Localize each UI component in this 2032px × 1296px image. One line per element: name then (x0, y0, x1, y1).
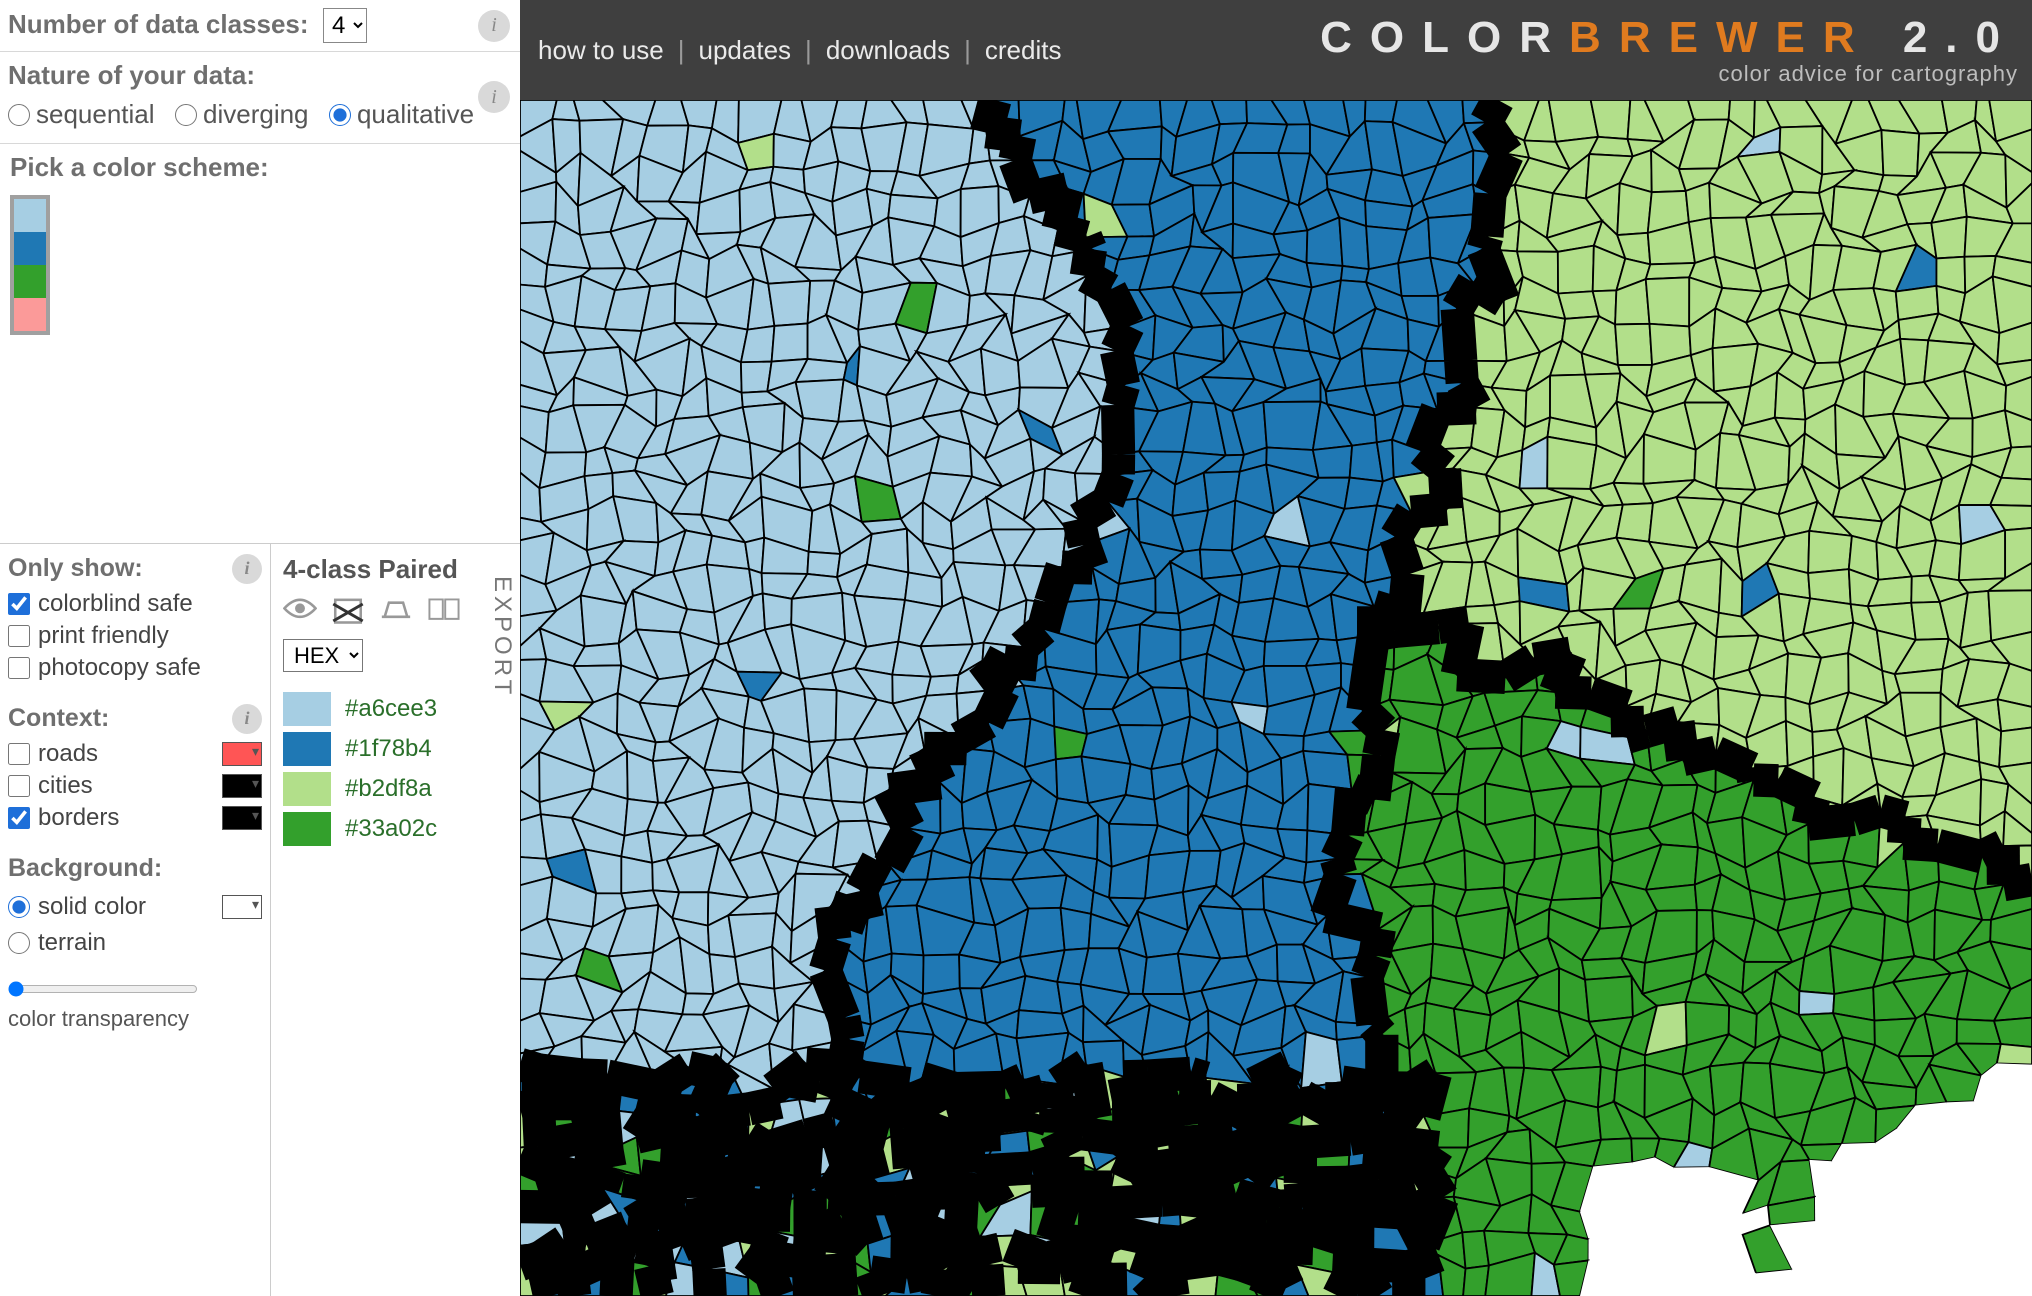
photocopy-unsafe-icon[interactable] (331, 597, 365, 625)
color-hex: #33a02c (345, 815, 437, 843)
transparency-slider[interactable] (8, 981, 198, 997)
background-heading: Background: (8, 854, 262, 883)
info-icon[interactable]: i (478, 10, 510, 42)
context-heading: Context: i (8, 704, 262, 734)
photocopy-checkbox[interactable]: photocopy safe (8, 654, 201, 682)
filter-context-panel: Only show: i colorblind safe print frien… (0, 544, 270, 1296)
bg-solid-radio[interactable]: solid color (8, 893, 146, 921)
nature-radio-group: sequential diverging qualitative (8, 99, 510, 131)
pick-scheme-label: Pick a color scheme: (10, 152, 510, 183)
export-label[interactable]: EXPORT (488, 576, 516, 698)
only-show-heading: Only show: i (8, 554, 262, 584)
brand-block: COLORBREWER 2.0 color advice for cartogr… (1320, 13, 2018, 87)
transparency-control: color transparency (8, 981, 262, 1032)
cities-color-picker[interactable] (222, 774, 262, 798)
classes-select[interactable]: 4 (323, 8, 367, 43)
scheme-picker-section: Pick a color scheme: (0, 144, 520, 343)
nav-downloads[interactable]: downloads (826, 35, 950, 66)
control-sidebar: Number of data classes: 4 i Nature of yo… (0, 0, 520, 1296)
info-icon[interactable]: i (232, 704, 262, 734)
colorblind-checkbox[interactable]: colorblind safe (8, 590, 193, 618)
nature-label: Nature of your data: (8, 60, 510, 91)
scheme-icon-row (283, 597, 508, 625)
main-panel: how to use| updates| downloads| credits … (520, 0, 2032, 1296)
bg-terrain-radio[interactable]: terrain (8, 929, 262, 957)
color-swatch (283, 692, 331, 726)
classes-label: Number of data classes: (8, 9, 309, 39)
color-list: #a6cee3 #1f78b4 #b2df8a #33a02c (283, 692, 508, 846)
color-hex: #1f78b4 (345, 735, 432, 763)
color-hex: #a6cee3 (345, 695, 437, 723)
nav-credits[interactable]: credits (985, 35, 1062, 66)
brand-subtitle: color advice for cartography (1320, 61, 2018, 87)
nature-diverging-radio[interactable]: diverging (175, 99, 309, 130)
swatch-color (14, 265, 46, 298)
color-row: #1f78b4 (283, 732, 508, 766)
info-icon[interactable]: i (232, 554, 262, 584)
color-row: #33a02c (283, 812, 508, 846)
nature-row: Nature of your data: i sequential diverg… (0, 52, 520, 144)
print-icon[interactable] (379, 597, 413, 625)
cities-checkbox[interactable]: cities (8, 772, 93, 800)
scheme-detail-panel: 4-class Paired EXPORT HEX (270, 544, 520, 1296)
screen-icon[interactable] (427, 597, 461, 625)
borders-color-picker[interactable] (222, 806, 262, 830)
map-canvas[interactable] (520, 100, 2032, 1296)
swatch-color (14, 298, 46, 331)
nav-how-to-use[interactable]: how to use (538, 35, 664, 66)
roads-color-picker[interactable] (222, 742, 262, 766)
color-swatch (283, 772, 331, 806)
nature-sequential-radio[interactable]: sequential (8, 99, 155, 130)
bg-color-picker[interactable] (222, 895, 262, 919)
roads-checkbox[interactable]: roads (8, 740, 98, 768)
classes-row: Number of data classes: 4 i (0, 0, 520, 52)
color-row: #b2df8a (283, 772, 508, 806)
color-swatch (283, 732, 331, 766)
info-icon[interactable]: i (478, 81, 510, 113)
scheme-swatch[interactable] (10, 195, 50, 335)
color-hex: #b2df8a (345, 775, 432, 803)
color-swatch (283, 812, 331, 846)
lower-panels: Only show: i colorblind safe print frien… (0, 543, 520, 1296)
nature-qualitative-radio[interactable]: qualitative (329, 99, 474, 130)
brand-title: COLORBREWER 2.0 (1320, 13, 2018, 63)
top-bar: how to use| updates| downloads| credits … (520, 0, 2032, 100)
transparency-label: color transparency (8, 1006, 262, 1032)
color-row: #a6cee3 (283, 692, 508, 726)
top-nav: how to use| updates| downloads| credits (538, 35, 1061, 66)
nav-updates[interactable]: updates (699, 35, 792, 66)
print-checkbox[interactable]: print friendly (8, 622, 169, 650)
swatch-color (14, 232, 46, 265)
swatch-color (14, 199, 46, 232)
scheme-name: 4-class Paired (283, 554, 508, 585)
eye-icon[interactable] (283, 597, 317, 625)
borders-checkbox[interactable]: borders (8, 804, 119, 832)
format-select[interactable]: HEX (283, 639, 363, 672)
